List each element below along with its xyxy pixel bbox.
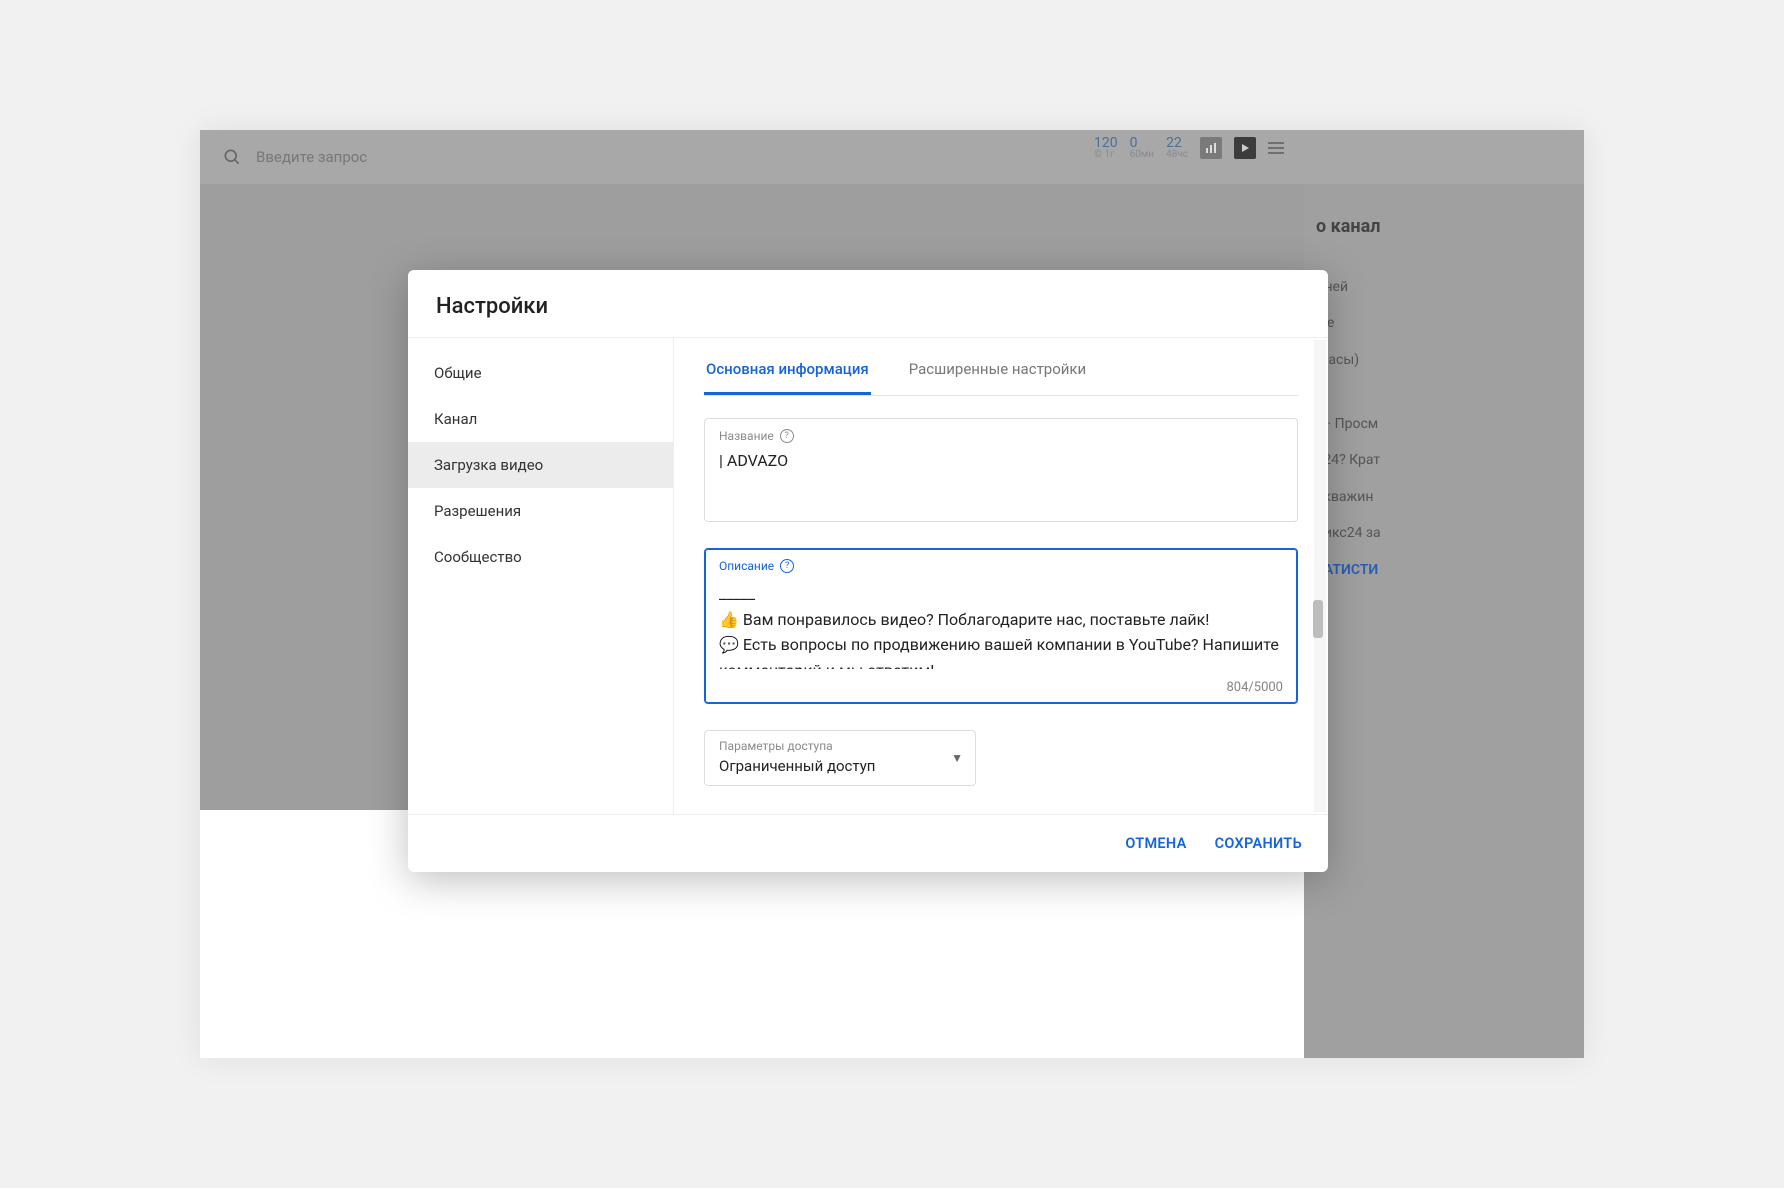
tab-basic[interactable]: Основная информация [704, 360, 871, 395]
description-field[interactable]: Описание ? 804/5000 [704, 548, 1298, 704]
backdrop-stats: 120© 1г 060мн 2248чс [1094, 136, 1284, 160]
dialog-main: Основная информация Расширенные настройк… [674, 338, 1328, 814]
description-textarea[interactable] [719, 581, 1283, 669]
dialog-sidebar: Общие Канал Загрузка видео Разрешения Со… [408, 338, 674, 814]
sidebar-item-upload[interactable]: Загрузка видео [408, 442, 673, 488]
backdrop-topbar: Введите запрос [200, 130, 1584, 184]
help-icon[interactable]: ? [780, 429, 794, 443]
access-value: Ограниченный доступ [719, 757, 961, 775]
sidebar-item-channel[interactable]: Канал [408, 396, 673, 442]
play-icon [1234, 137, 1256, 159]
settings-dialog: Настройки Общие Канал Загрузка видео Раз… [408, 270, 1328, 872]
chart-icon [1200, 137, 1222, 159]
menu-lines-icon [1268, 142, 1284, 154]
description-label: Описание [719, 559, 774, 573]
sidebar-item-permissions[interactable]: Разрешения [408, 488, 673, 534]
sidebar-item-community[interactable]: Сообщество [408, 534, 673, 580]
cancel-button[interactable]: ОТМЕНА [1125, 835, 1186, 852]
main-scrollbar[interactable] [1314, 340, 1326, 812]
backdrop-right-panel: о канал дней ые (часы) в · Просм с24? Кр… [1304, 184, 1584, 1058]
title-label: Название [719, 429, 774, 443]
dialog-footer: ОТМЕНА СОХРАНИТЬ [408, 814, 1328, 872]
chevron-down-icon: ▼ [951, 751, 963, 765]
search-icon [222, 147, 242, 167]
help-icon[interactable]: ? [780, 559, 794, 573]
tab-advanced[interactable]: Расширенные настройки [907, 360, 1088, 395]
title-value[interactable]: | ADVAZO [719, 451, 1283, 475]
search-placeholder: Введите запрос [256, 148, 367, 166]
access-select[interactable]: Параметры доступа Ограниченный доступ ▼ [704, 730, 976, 786]
description-char-count: 804/5000 [1226, 680, 1283, 695]
save-button[interactable]: СОХРАНИТЬ [1215, 835, 1302, 852]
sidebar-item-general[interactable]: Общие [408, 350, 673, 396]
access-label: Параметры доступа [719, 739, 961, 753]
title-field[interactable]: Название ? | ADVAZO [704, 418, 1298, 522]
dialog-title: Настройки [408, 270, 1328, 325]
